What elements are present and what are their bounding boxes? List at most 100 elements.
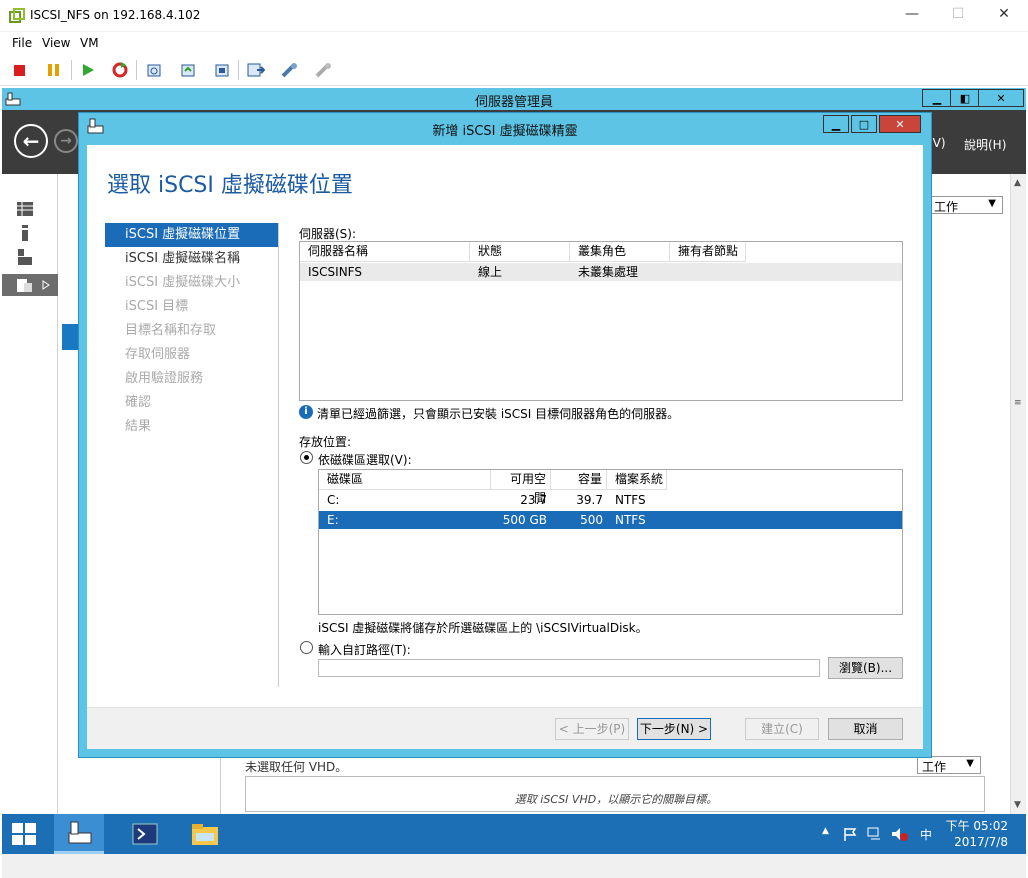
step-iscsi-size: iSCSI 虛擬磁碟大小 [125, 275, 241, 290]
custom-path-radio[interactable] [300, 641, 313, 654]
wizard-minimize-button[interactable]: ▁ [823, 115, 849, 133]
sm-restore-button[interactable]: ◧ [950, 89, 980, 107]
back-arrow-icon[interactable]: ← [14, 124, 48, 158]
local-server-icon[interactable] [16, 224, 34, 242]
action-center-flag-icon[interactable] [842, 826, 858, 842]
wizard-maximize-button[interactable]: □ [851, 115, 877, 133]
browse-button[interactable]: 瀏覽(B)... [828, 657, 903, 679]
scroll-up-icon[interactable]: ▲ [1014, 178, 1021, 188]
forward-arrow-icon[interactable]: → [54, 129, 78, 153]
server-manager-title: 伺服器管理員 [474, 95, 553, 110]
by-volume-label: 依磁碟區選取(V): [318, 453, 412, 467]
suspend-icon[interactable] [43, 60, 63, 80]
tasks-dropdown-2[interactable]: 工作 ▼ [917, 756, 981, 774]
info-icon: i [299, 405, 313, 419]
vm-window-title: ISCSI_NFS on 192.168.4.102 [30, 8, 201, 22]
wizard-title: 新增 iSCSI 虛擬磁碟精靈 [432, 124, 578, 139]
vm-close-button[interactable]: ✕ [990, 6, 1018, 22]
by-volume-radio[interactable] [300, 451, 313, 464]
show-hidden-icons-icon[interactable]: ▲ [822, 826, 829, 836]
chevron-down-icon: ▼ [988, 198, 996, 209]
menu-vm[interactable]: VM [80, 36, 99, 50]
disabled-tool-icon [314, 60, 334, 80]
windows-start-icon[interactable] [10, 820, 38, 848]
no-vhd-text: 未選取任何 VHD。 [245, 760, 348, 774]
revert-snapshot-icon[interactable] [178, 60, 198, 80]
settings-icon[interactable] [280, 60, 300, 80]
step-results: 結果 [125, 419, 152, 434]
step-iscsi-target: iSCSI 目標 [125, 299, 189, 314]
table-row[interactable]: C: 23.7 GB 39.7 GB NTFS [319, 491, 902, 525]
col-server-name[interactable]: 伺服器名稱 [300, 242, 470, 262]
wizard-body: 選取 iSCSI 虛擬磁碟位置 iSCSI 虛擬磁碟位置 iSCSI 虛擬磁碟名… [87, 145, 923, 749]
scroll-down-icon[interactable]: ▼ [1014, 800, 1021, 810]
wizard-titlebar: 新增 iSCSI 虛擬磁碟精靈 ▁ □ ✕ [79, 113, 931, 141]
vm-maximize-button[interactable]: ☐ [944, 6, 972, 22]
snapshot-icon[interactable] [144, 60, 164, 80]
menu-help[interactable]: 說明(H) [964, 136, 1006, 153]
sm-nav-pane [2, 174, 58, 814]
selection-indicator [62, 324, 78, 350]
menu-view[interactable]: View [42, 36, 70, 50]
table-row[interactable]: ISCSINFS 線上 未叢集處理 [300, 263, 902, 281]
col-capacity[interactable]: 容量 [551, 470, 607, 490]
vm-status-strip [2, 854, 1026, 878]
ime-indicator[interactable]: 中 [920, 826, 932, 843]
all-servers-icon[interactable] [16, 248, 34, 266]
vm-menubar: File View VM [0, 32, 1028, 54]
taskbar-file-explorer[interactable] [180, 814, 230, 854]
tasks-dropdown[interactable]: 工作 ▼ [929, 196, 1003, 214]
guest-desktop: 伺服器管理員 ▁ ◧ ✕ ← → (V) 說明(H) 工作 ▼ ▲ ≡ ▼ 未選… [2, 88, 1026, 878]
volume-list[interactable]: 磁碟區 可用空間 容量 檔案系統 C: 23.7 GB 39.7 GB NTFS… [318, 469, 903, 615]
powershell-icon [132, 823, 158, 845]
custom-path-label: 輸入自訂路徑(T): [318, 643, 411, 657]
step-iscsi-name[interactable]: iSCSI 虛擬磁碟名稱 [105, 247, 279, 271]
taskbar-powershell[interactable] [120, 814, 170, 854]
col-status[interactable]: 狀態 [470, 242, 570, 262]
dashboard-icon[interactable] [16, 200, 34, 218]
sm-minimize-button[interactable]: ▁ [922, 89, 952, 107]
sidebar-item-file-storage[interactable] [2, 274, 58, 296]
wizard-steps: iSCSI 虛擬磁碟位置 iSCSI 虛擬磁碟名稱 iSCSI 虛擬磁碟大小 i… [105, 223, 279, 439]
send-ctrl-alt-del-icon[interactable] [246, 60, 266, 80]
create-button[interactable]: 建立(C) [745, 718, 819, 740]
col-cluster-role[interactable]: 叢集角色 [570, 242, 670, 262]
custom-path-input[interactable] [318, 659, 820, 677]
wizard-heading: 選取 iSCSI 虛擬磁碟位置 [107, 173, 353, 198]
vhd-hint-text: 選取 iSCSI VHD，以顯示它的關聯目標。 [514, 793, 718, 806]
col-owner-node[interactable]: 擁有者節點 [670, 242, 746, 262]
network-icon[interactable] [866, 826, 884, 842]
taskbar-clock[interactable]: 下午 05:02 2017/7/8 [946, 818, 1008, 850]
snapshot-manager-icon[interactable] [212, 60, 232, 80]
sm-scrollbar[interactable]: ▲ ≡ ▼ [1010, 174, 1026, 814]
next-button[interactable]: 下一步(N) > [637, 718, 711, 740]
wizard-close-button[interactable]: ✕ [879, 115, 921, 133]
volume-list-header: 磁碟區 可用空間 容量 檔案系統 [319, 470, 667, 505]
step-access-servers: 存取伺服器 [125, 347, 191, 362]
server-list[interactable]: 伺服器名稱 狀態 叢集角色 擁有者節點 ISCSINFS 線上 未叢集處理 [299, 241, 903, 401]
power-off-icon[interactable] [9, 60, 29, 80]
sm-close-button[interactable]: ✕ [978, 89, 1024, 107]
col-free-space[interactable]: 可用空間 [491, 470, 551, 505]
scroll-thumb-icon[interactable]: ≡ [1014, 398, 1022, 408]
clock-date: 2017/7/8 [954, 835, 1008, 849]
col-file-system[interactable]: 檔案系統 [607, 470, 667, 490]
vhd-hint-box: 選取 iSCSI VHD，以顯示它的關聯目標。 [245, 776, 985, 812]
power-on-icon[interactable] [78, 60, 98, 80]
menu-file[interactable]: File [12, 36, 32, 50]
tasks-panel: 工作 ▼ [922, 194, 1010, 754]
volume-muted-icon[interactable] [890, 826, 908, 842]
step-enable-auth: 啟用驗證服務 [125, 371, 204, 386]
taskbar-server-manager[interactable] [54, 814, 104, 854]
col-volume[interactable]: 磁碟區 [319, 470, 491, 490]
reset-icon[interactable] [110, 60, 130, 80]
server-manager-titlebar: 伺服器管理員 ▁ ◧ ✕ [2, 88, 1026, 110]
server-list-header: 伺服器名稱 狀態 叢集角色 擁有者節點 [300, 242, 746, 262]
vm-minimize-button[interactable]: — [898, 6, 926, 22]
cancel-button[interactable]: 取消 [828, 718, 903, 740]
table-row[interactable]: E: 500 GB 500 GB NTFS [319, 511, 902, 545]
file-storage-icon [17, 279, 32, 292]
step-target-name-access: 目標名稱和存取 [125, 323, 217, 338]
back-button[interactable]: < 上一步(P) [555, 718, 629, 740]
step-iscsi-location[interactable]: iSCSI 虛擬磁碟位置 [105, 223, 279, 247]
